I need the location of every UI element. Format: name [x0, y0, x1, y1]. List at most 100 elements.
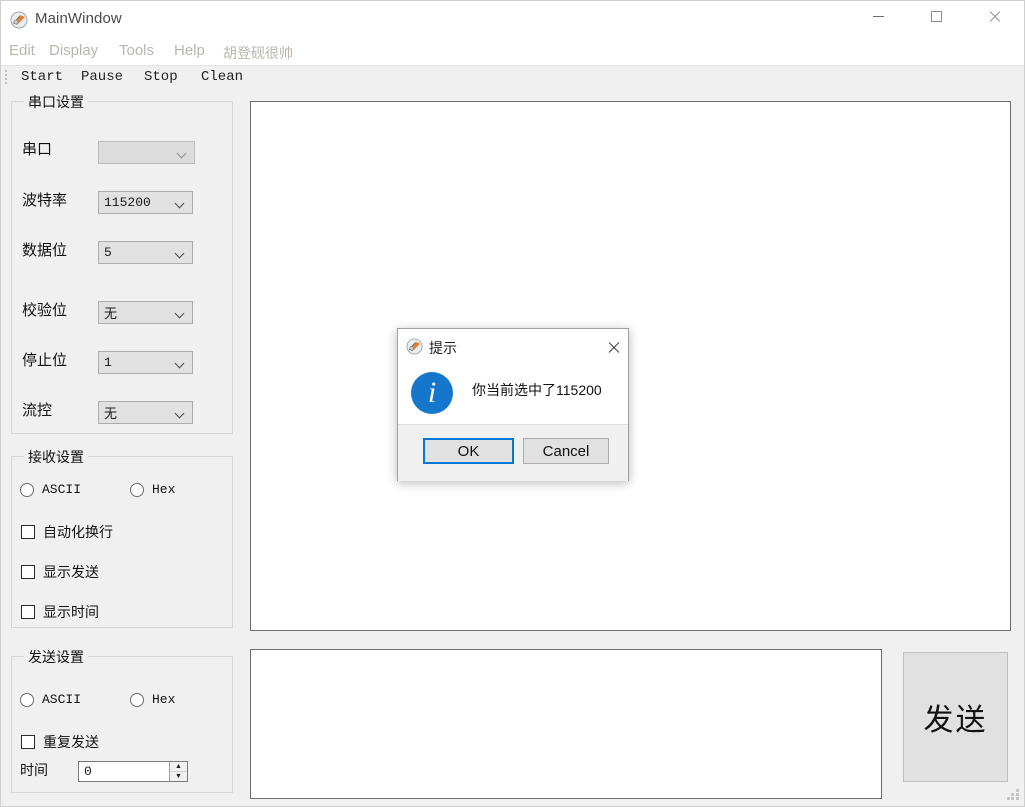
- dialog-ok-label: OK: [457, 442, 480, 460]
- parity-combo[interactable]: 无: [98, 301, 193, 324]
- checkbox-icon: [21, 525, 35, 539]
- send-check-repeat-label: 重复发送: [43, 734, 99, 750]
- dialog-footer: OK Cancel: [398, 424, 628, 481]
- maximize-button[interactable]: [913, 1, 959, 31]
- title-bar: MainWindow: [1, 1, 1024, 40]
- spinner-buttons[interactable]: ▲ ▼: [169, 762, 187, 781]
- serial-settings-group: 串口设置 串口 波特率 115200 数据位 5 校验位 无 停止位 1 流控 …: [11, 92, 233, 434]
- flow-control-combo[interactable]: 无: [98, 401, 193, 424]
- receive-check-showsend-label: 显示发送: [43, 564, 99, 580]
- parity-label: 校验位: [22, 302, 68, 319]
- chevron-down-icon: [176, 360, 185, 365]
- dialog-ok-button[interactable]: OK: [423, 438, 514, 464]
- dialog-title-bar: 提示: [398, 329, 628, 365]
- receive-radio-ascii[interactable]: ASCII: [20, 482, 81, 497]
- receive-check-autowrap-label: 自动化换行: [43, 524, 113, 540]
- toolbar-drag-handle[interactable]: [5, 70, 9, 86]
- chevron-down-icon: [178, 150, 187, 155]
- serial-port-combo[interactable]: [98, 141, 195, 164]
- parity-value: 无: [104, 307, 118, 322]
- send-check-repeat[interactable]: 重复发送: [21, 732, 99, 752]
- app-icon: [10, 11, 28, 29]
- checkbox-icon: [21, 735, 35, 749]
- stop-bits-combo[interactable]: 1: [98, 351, 193, 374]
- menu-item-edit[interactable]: Edit: [9, 42, 35, 59]
- menu-item-display[interactable]: Display: [49, 42, 98, 59]
- dialog-close-button[interactable]: [602, 336, 624, 358]
- radio-icon: [130, 482, 144, 497]
- maximize-icon: [930, 10, 942, 22]
- flow-control-value: 无: [104, 407, 118, 422]
- spin-up-icon[interactable]: ▲: [170, 762, 187, 772]
- chevron-down-icon: [176, 250, 185, 255]
- receive-radio-ascii-label: ASCII: [42, 482, 82, 497]
- main-window: MainWindow Edit Display Tools Help 胡登砚很帅…: [0, 0, 1025, 807]
- receive-radio-hex[interactable]: Hex: [130, 482, 175, 497]
- serial-port-label: 串口: [22, 141, 53, 158]
- checkbox-icon: [21, 565, 35, 579]
- data-bits-label: 数据位: [22, 242, 68, 259]
- receive-check-showtime[interactable]: 显示时间: [21, 602, 99, 622]
- stop-bits-label: 停止位: [22, 352, 68, 369]
- info-dialog: 提示 i 你当前选中了115200 OK Cancel: [397, 328, 629, 481]
- baud-rate-combo[interactable]: 115200: [98, 191, 193, 214]
- toolbar-button-clean[interactable]: Clean: [201, 69, 243, 85]
- send-button-label: 发送: [923, 704, 988, 737]
- tool-bar: Start Pause Stop Clean: [1, 66, 1024, 91]
- send-interval-label: 时间: [20, 762, 48, 778]
- radio-icon: [20, 692, 34, 707]
- receive-settings-title: 接收设置: [24, 447, 88, 467]
- chevron-down-icon: [176, 200, 185, 205]
- dialog-body: i 你当前选中了115200: [398, 365, 628, 424]
- chevron-down-icon: [176, 410, 185, 415]
- send-radio-hex-label: Hex: [152, 692, 176, 707]
- send-settings-title: 发送设置: [24, 647, 88, 667]
- send-radio-hex[interactable]: Hex: [130, 692, 175, 707]
- baud-rate-value: 115200: [104, 195, 151, 210]
- data-bits-value: 5: [104, 245, 112, 260]
- information-icon: i: [411, 372, 453, 414]
- close-icon: [607, 341, 620, 354]
- menu-bar: Edit Display Tools Help 胡登砚很帅: [1, 39, 1024, 66]
- menu-item-help[interactable]: Help: [174, 42, 205, 59]
- dialog-message: 你当前选中了115200: [472, 382, 602, 398]
- receive-settings-group: 接收设置 ASCII Hex 自动化换行 显示发送 显示时间: [11, 447, 233, 628]
- menu-item-custom[interactable]: 胡登砚很帅: [223, 43, 293, 63]
- send-text-area[interactable]: [250, 649, 882, 799]
- receive-check-showtime-label: 显示时间: [43, 604, 99, 620]
- data-bits-combo[interactable]: 5: [98, 241, 193, 264]
- receive-check-autowrap[interactable]: 自动化换行: [21, 522, 113, 542]
- checkbox-icon: [21, 605, 35, 619]
- serial-settings-title: 串口设置: [24, 92, 88, 112]
- minimize-icon: [872, 15, 884, 17]
- spin-down-icon[interactable]: ▼: [170, 772, 187, 781]
- minimize-button[interactable]: [855, 1, 901, 31]
- close-icon: [988, 10, 1001, 23]
- chevron-down-icon: [176, 310, 185, 315]
- dialog-cancel-button[interactable]: Cancel: [523, 438, 609, 464]
- app-icon: [406, 338, 423, 355]
- toolbar-button-pause[interactable]: Pause: [81, 69, 123, 85]
- toolbar-button-start[interactable]: Start: [21, 69, 63, 85]
- stop-bits-value: 1: [104, 355, 112, 370]
- toolbar-button-stop[interactable]: Stop: [144, 69, 178, 85]
- baud-rate-label: 波特率: [22, 192, 68, 209]
- receive-text-area[interactable]: [250, 101, 1011, 631]
- send-radio-ascii[interactable]: ASCII: [20, 692, 81, 707]
- send-interval-spinbox[interactable]: 0 ▲ ▼: [78, 761, 188, 782]
- flow-control-label: 流控: [22, 402, 53, 419]
- dialog-title: 提示: [429, 340, 457, 356]
- radio-icon: [20, 482, 34, 497]
- send-button[interactable]: 发送: [903, 652, 1008, 782]
- dialog-cancel-label: Cancel: [542, 442, 590, 460]
- radio-icon: [130, 692, 144, 707]
- receive-check-showsend[interactable]: 显示发送: [21, 562, 99, 582]
- close-button[interactable]: [971, 1, 1017, 31]
- send-settings-group: 发送设置 ASCII Hex 重复发送 时间 0 ▲ ▼: [11, 647, 233, 793]
- receive-radio-hex-label: Hex: [152, 482, 176, 497]
- send-interval-value: 0: [84, 764, 92, 779]
- send-radio-ascii-label: ASCII: [42, 692, 82, 707]
- resize-grip[interactable]: [1007, 789, 1020, 802]
- menu-item-tools[interactable]: Tools: [119, 42, 154, 59]
- window-title: MainWindow: [35, 10, 122, 27]
